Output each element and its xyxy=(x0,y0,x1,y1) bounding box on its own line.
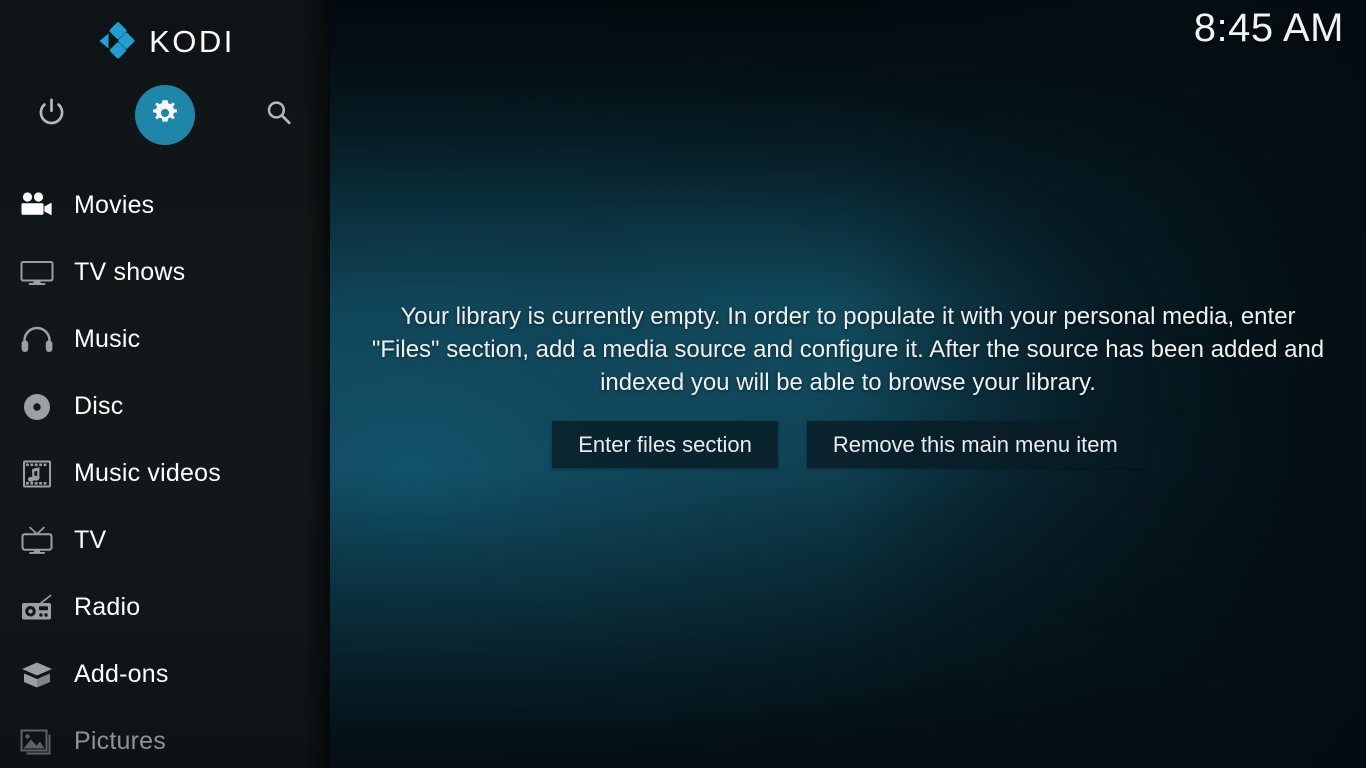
sidebar-menu: Movies TV shows Music Disc Music videos … xyxy=(0,172,330,768)
sidebar-item-disc[interactable]: Disc xyxy=(0,373,330,440)
sidebar-item-label: Music xyxy=(74,325,141,353)
sidebar-item-music[interactable]: Music xyxy=(0,306,330,373)
sidebar-item-add-ons[interactable]: Add-ons xyxy=(0,641,330,708)
enter-files-section-button[interactable]: Enter files section xyxy=(552,421,778,468)
sidebar-item-tv[interactable]: TV xyxy=(0,507,330,574)
settings-button[interactable] xyxy=(135,85,195,145)
sidebar-item-radio[interactable]: Radio xyxy=(0,574,330,641)
disc-icon xyxy=(14,390,60,424)
action-button-row: Enter files section Remove this main men… xyxy=(552,421,1144,468)
tv-antenna-icon xyxy=(14,524,60,558)
sidebar-item-label: Add-ons xyxy=(74,660,169,688)
app-logo: KODI xyxy=(0,16,330,66)
gear-icon xyxy=(150,98,180,133)
sidebar-item-label: Pictures xyxy=(74,727,166,755)
sidebar-item-tv-shows[interactable]: TV shows xyxy=(0,239,330,306)
picture-icon xyxy=(14,725,60,759)
sidebar-item-label: Music videos xyxy=(74,459,221,487)
sidebar-item-label: TV xyxy=(74,526,107,554)
sidebar: KODI Movies TV shows Music Disc Music vi… xyxy=(0,0,330,768)
search-icon xyxy=(264,98,294,133)
monitor-icon xyxy=(14,256,60,290)
headphones-icon xyxy=(14,323,60,357)
power-button[interactable] xyxy=(21,85,81,145)
main-content: Your library is currently empty. In orde… xyxy=(330,0,1366,768)
search-button[interactable] xyxy=(249,85,309,145)
package-box-icon xyxy=(14,658,60,692)
app-name: KODI xyxy=(149,23,235,59)
power-icon xyxy=(38,98,65,132)
sidebar-item-label: Movies xyxy=(74,191,155,219)
movie-camera-icon xyxy=(14,189,60,223)
remove-main-menu-item-button[interactable]: Remove this main menu item xyxy=(806,421,1144,468)
sidebar-item-music-videos[interactable]: Music videos xyxy=(0,440,330,507)
sidebar-nav-row xyxy=(0,85,330,145)
kodi-logo-icon xyxy=(95,20,137,62)
sidebar-item-label: TV shows xyxy=(74,258,186,286)
film-note-icon xyxy=(14,457,60,491)
kodi-home-screen: 8:45 AM Your library is currently empty.… xyxy=(0,0,1366,768)
sidebar-item-label: Disc xyxy=(74,392,124,420)
radio-icon xyxy=(14,591,60,625)
empty-library-message: Your library is currently empty. In orde… xyxy=(371,303,1325,396)
sidebar-item-pictures[interactable]: Pictures xyxy=(0,708,330,768)
sidebar-item-label: Radio xyxy=(74,593,141,621)
sidebar-item-movies[interactable]: Movies xyxy=(0,172,330,239)
